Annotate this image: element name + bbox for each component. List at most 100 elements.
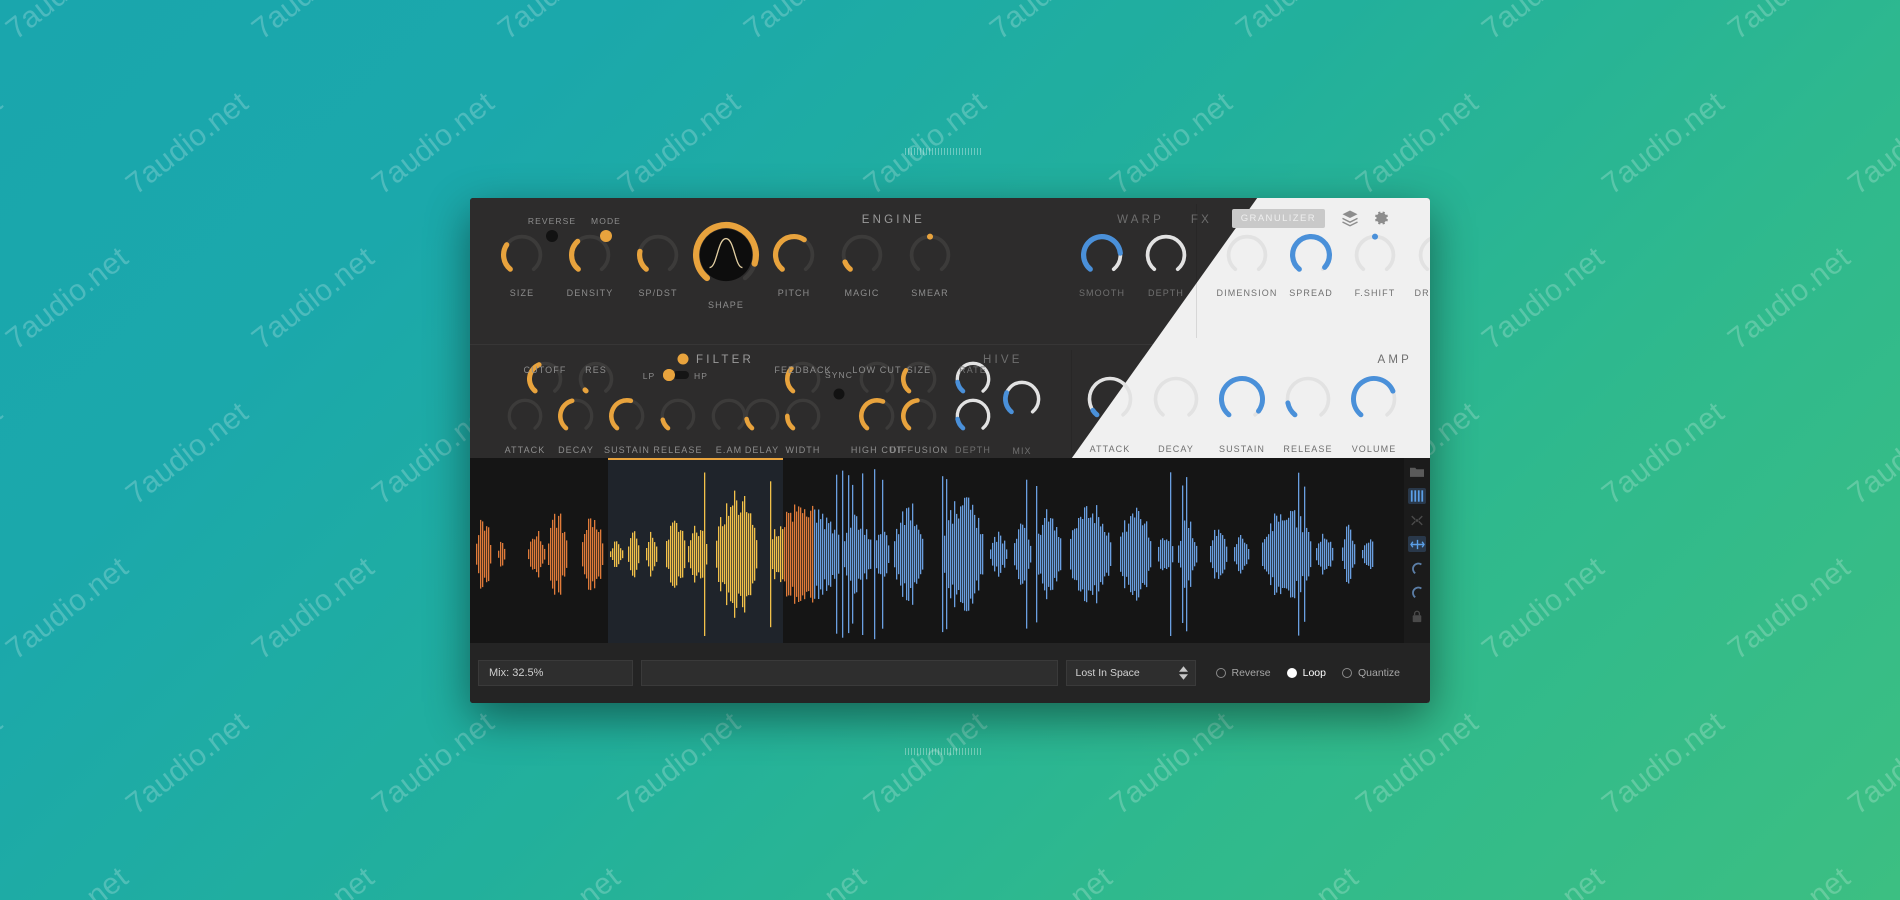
fade-in-icon[interactable] [1408, 560, 1426, 576]
warp-title: WARP [1117, 214, 1164, 226]
watermark-text: 7audio.net [1350, 85, 1485, 202]
mix-readout[interactable]: Mix: 32.5% [478, 660, 633, 686]
watermark-text: 7audio.net [984, 861, 1119, 900]
filter-mode-knob-dot[interactable] [663, 369, 675, 381]
knob-label: LOW CUT [852, 365, 902, 375]
lock-icon[interactable] [1408, 608, 1426, 624]
watermark-text: 7audio.net [366, 85, 501, 202]
knob-high-cut[interactable] [859, 398, 895, 434]
watermark-text: 7audio.net [1476, 861, 1611, 900]
watermark-text: 7audio.net [120, 705, 255, 822]
toggle-reverse[interactable] [546, 230, 558, 242]
watermark-text: 7audio.net [120, 395, 255, 512]
watermark-text: 7audio.net [246, 550, 381, 667]
knob-label: SPREAD [1289, 288, 1333, 298]
knob-depth[interactable] [1145, 234, 1187, 276]
watermark-text: 7audio.net [492, 861, 627, 900]
fade-out-icon[interactable] [1408, 584, 1426, 600]
knob-width[interactable] [784, 398, 821, 434]
gear-icon[interactable] [1371, 208, 1391, 233]
waveform-toolbar[interactable] [1404, 458, 1430, 643]
fx-title: FX [1190, 214, 1212, 226]
knob-size[interactable] [501, 234, 543, 276]
knob-release[interactable] [660, 398, 696, 434]
watermark-text: 7audio.net [0, 861, 135, 900]
watermark-text: 7audio.net [1476, 240, 1611, 357]
knob-label: CUTOFF [523, 365, 567, 375]
watermark-text: 7audio.net [0, 550, 135, 667]
knob-delay[interactable] [744, 398, 780, 434]
knob-label: DIMENSION [1216, 288, 1278, 298]
preset-stepper-icon[interactable] [1178, 666, 1188, 680]
knob-diffusion[interactable] [901, 398, 937, 434]
knob-sp-dst[interactable] [637, 234, 679, 276]
knob-sustain[interactable] [609, 398, 645, 434]
knob-attack[interactable] [1087, 376, 1133, 422]
preset-badge[interactable]: GRANULIZER [1231, 209, 1325, 228]
preset-box-icon[interactable] [1340, 208, 1360, 233]
markers-icon[interactable] [1408, 512, 1426, 528]
watermark-text: 7audio.net [1476, 0, 1611, 47]
option-loop[interactable]: Loop [1286, 667, 1326, 679]
watermark-text: 7audio.net [1722, 0, 1857, 47]
knob-pitch[interactable] [773, 233, 815, 276]
watermark-text: 7audio.net [738, 0, 873, 47]
option-label: Loop [1302, 667, 1326, 679]
filter-mode-hp-label: HP [693, 371, 709, 381]
filter-enable-led[interactable] [677, 353, 689, 365]
radio-dot[interactable] [1286, 668, 1297, 678]
knob-e-am[interactable] [711, 398, 747, 434]
knob-label: RELEASE [1283, 444, 1333, 454]
knob-magic[interactable] [841, 234, 883, 276]
knob-depth[interactable] [955, 398, 991, 434]
knob-spread[interactable] [1290, 234, 1332, 276]
watermark-text: 7audio.net [612, 85, 747, 202]
option-reverse[interactable]: Reverse [1215, 667, 1271, 679]
folder-icon[interactable] [1408, 464, 1426, 480]
watermark-text: 7audio.net [1350, 705, 1485, 822]
knob-label: RATE [959, 365, 987, 375]
knob-dry-wet[interactable] [1418, 234, 1430, 276]
knob-mix[interactable] [1003, 380, 1041, 418]
preset-selector[interactable]: Lost In Space [1065, 660, 1196, 686]
knob-label: SUSTAIN [603, 445, 651, 455]
knob-decay[interactable] [558, 398, 594, 434]
bottom-empty-slot[interactable] [641, 660, 1058, 686]
knob-attack[interactable] [507, 398, 543, 434]
knob-volume[interactable] [1351, 376, 1397, 422]
knob-smear[interactable] [909, 233, 951, 276]
slices-icon[interactable] [1408, 488, 1426, 504]
watermark-text: 7audio.net [0, 240, 135, 357]
playback-options[interactable]: Reverse Loop Quantize [1215, 667, 1400, 679]
radio-dot[interactable] [1341, 668, 1352, 678]
knob-smooth[interactable] [1081, 234, 1123, 276]
knob-label: MIX [1012, 446, 1032, 456]
radio-dot[interactable] [1215, 668, 1226, 678]
knob-dimension[interactable] [1226, 234, 1268, 276]
knob-shape[interactable] [693, 222, 759, 288]
toggle-mode[interactable] [600, 230, 612, 242]
bottom-bar-row: Mix: 32.5% Lost In Space Reverse Loop Quan… [470, 643, 1430, 703]
knob-label: DRY/WET [1414, 288, 1430, 298]
filter-mode-track[interactable] [673, 371, 689, 379]
watermark-text: 7audio.net [1230, 0, 1365, 47]
move-icon[interactable] [1408, 536, 1426, 552]
preset-name: Lost In Space [1075, 667, 1140, 679]
option-quantize[interactable]: Quantize [1341, 667, 1400, 679]
granulizer-plugin-window[interactable]: ENGINE WARP FX GRANULIZER SIZE DENSITY S… [470, 198, 1430, 703]
sync-led[interactable] [833, 388, 845, 400]
watermark-text: 7audio.net [0, 395, 9, 512]
knob-label: DIFFUSION [889, 445, 949, 455]
knob-label: DECAY [1158, 444, 1194, 454]
waveform-canvas[interactable] [470, 458, 1430, 643]
knob-f-shift[interactable] [1354, 233, 1396, 276]
knob-label: SUSTAIN [1218, 444, 1266, 454]
knob-label: DECAY [558, 445, 594, 455]
knob-release[interactable] [1285, 376, 1331, 422]
engine-title: ENGINE [861, 214, 925, 226]
watermark-text: 7audio.net [0, 0, 135, 47]
knob-decay[interactable] [1153, 376, 1199, 422]
knob-sustain[interactable] [1219, 376, 1265, 422]
warp-fx-separator [1196, 204, 1197, 338]
waveform-row[interactable] [470, 458, 1430, 643]
